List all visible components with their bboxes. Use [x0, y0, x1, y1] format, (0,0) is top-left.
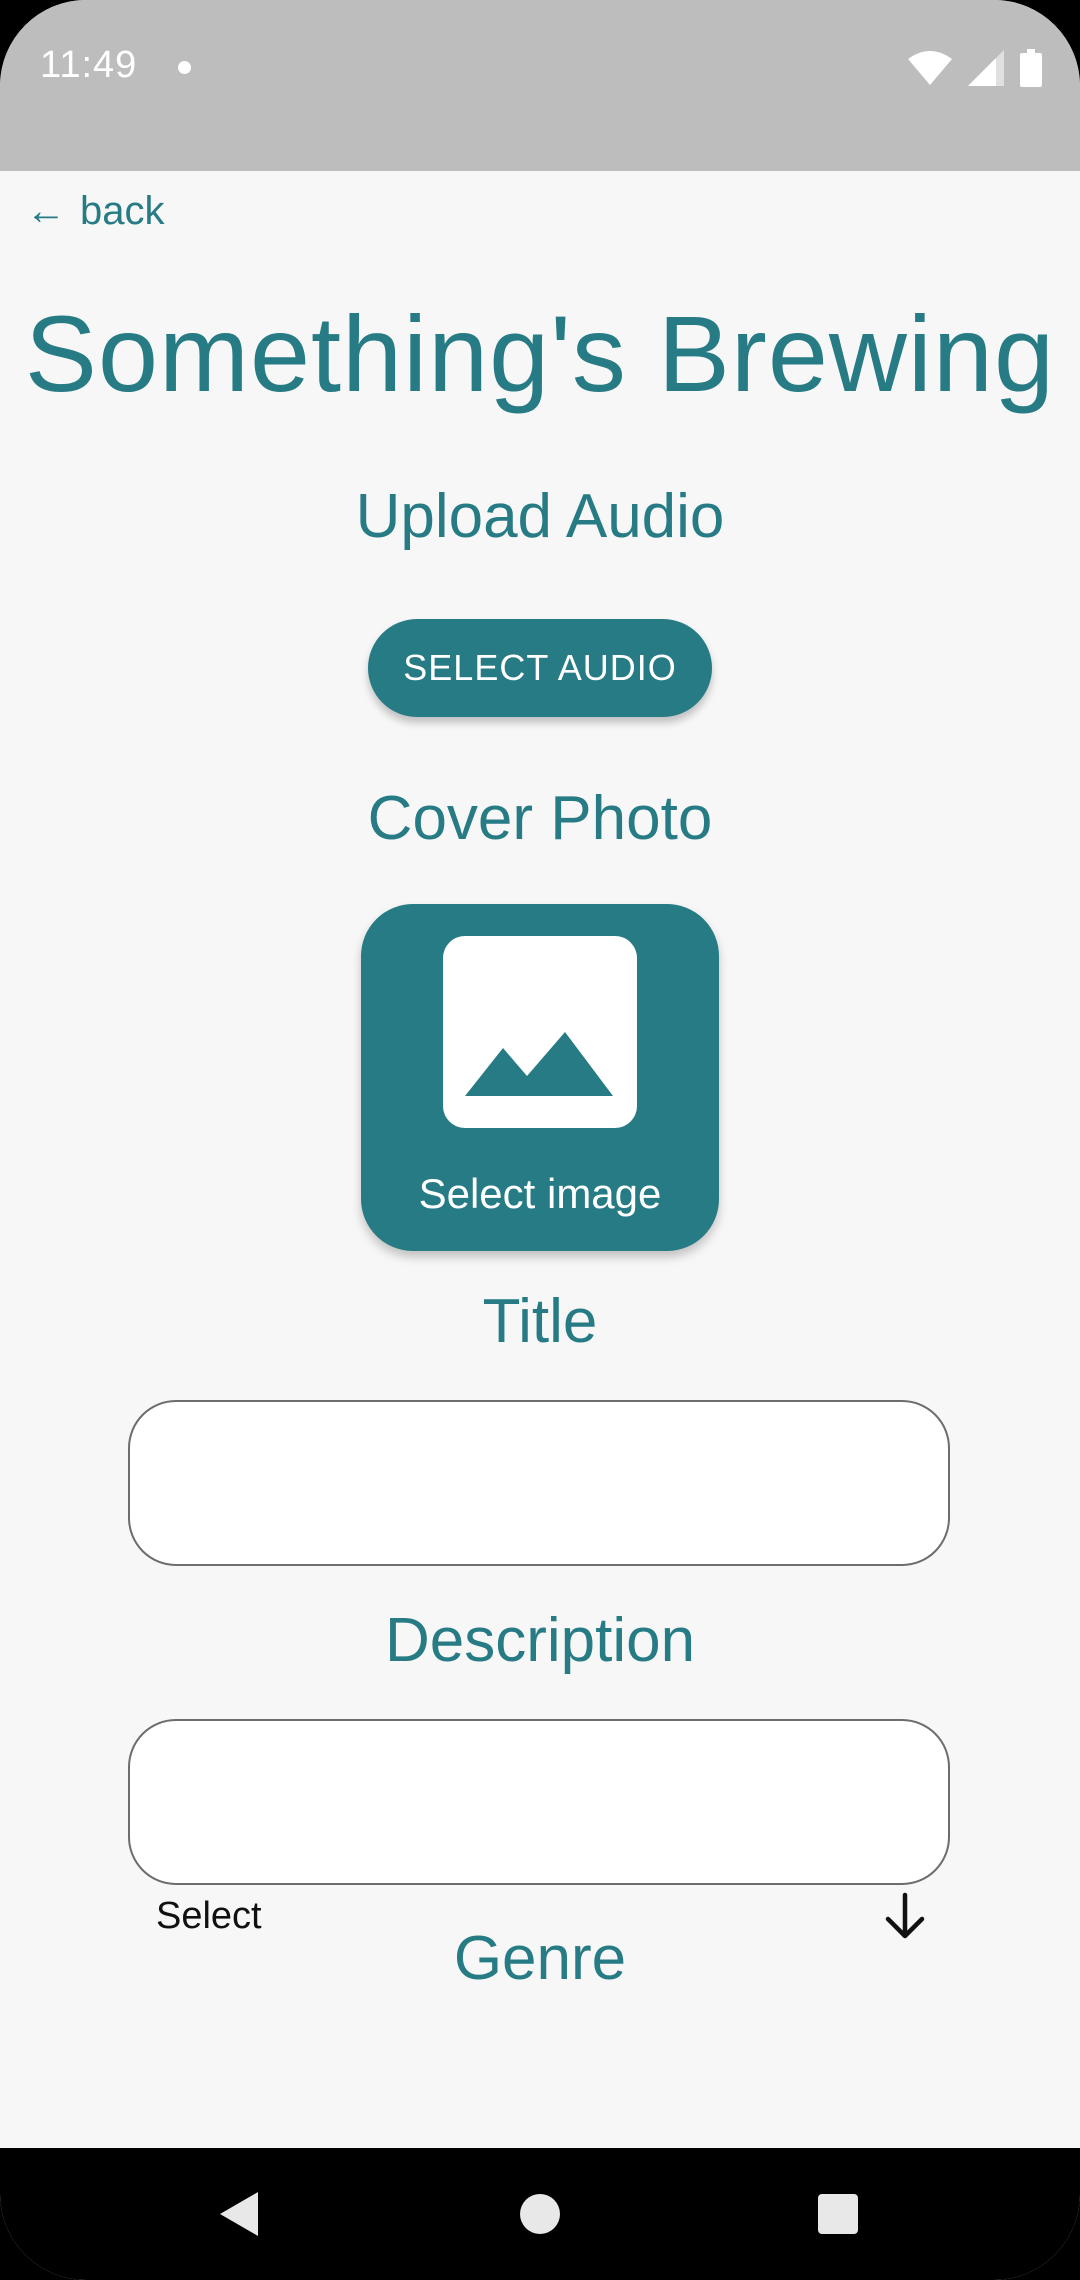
image-icon: [443, 936, 637, 1128]
select-image-label: Select image: [418, 1170, 662, 1217]
status-bar: 11:49: [0, 0, 1080, 171]
status-time: 11:49: [40, 44, 138, 86]
arrow-down-icon: [885, 1892, 925, 1939]
cover-photo-heading: Cover Photo: [367, 784, 713, 853]
home-circle-icon: [520, 2194, 560, 2234]
status-icons: [908, 48, 1042, 88]
system-home-button[interactable]: [510, 2184, 570, 2244]
genre-select[interactable]: Select: [128, 1876, 950, 1956]
signal-icon: [968, 50, 1004, 86]
back-triangle-icon: [220, 2192, 258, 2236]
back-label: back: [80, 189, 165, 233]
title-input[interactable]: [128, 1400, 950, 1566]
system-back-button[interactable]: [210, 2184, 270, 2244]
page-title: Something's Brewing: [24, 293, 1056, 414]
app-content: ← back Something's Brewing Upload Audio …: [0, 171, 1080, 2148]
select-audio-button[interactable]: SELECT AUDIO: [368, 619, 712, 717]
upload-audio-heading: Upload Audio: [355, 482, 725, 551]
system-recents-button[interactable]: [808, 2184, 868, 2244]
battery-icon: [1020, 49, 1042, 87]
select-image-button[interactable]: Select image: [361, 904, 719, 1251]
wifi-icon: [908, 51, 952, 85]
back-arrow-icon: ←: [26, 189, 66, 233]
phone-screen: 11:49 ← back Something's Brewing Upload …: [0, 0, 1080, 2280]
title-heading: Title: [482, 1287, 598, 1356]
recents-square-icon: [818, 2194, 858, 2234]
description-heading: Description: [384, 1606, 696, 1675]
back-link[interactable]: ← back: [26, 189, 165, 234]
genre-selected-value: Select: [156, 1894, 262, 1937]
description-input[interactable]: [128, 1719, 950, 1885]
system-nav-bar: [0, 2148, 1080, 2280]
notification-dot-icon: [178, 61, 191, 74]
